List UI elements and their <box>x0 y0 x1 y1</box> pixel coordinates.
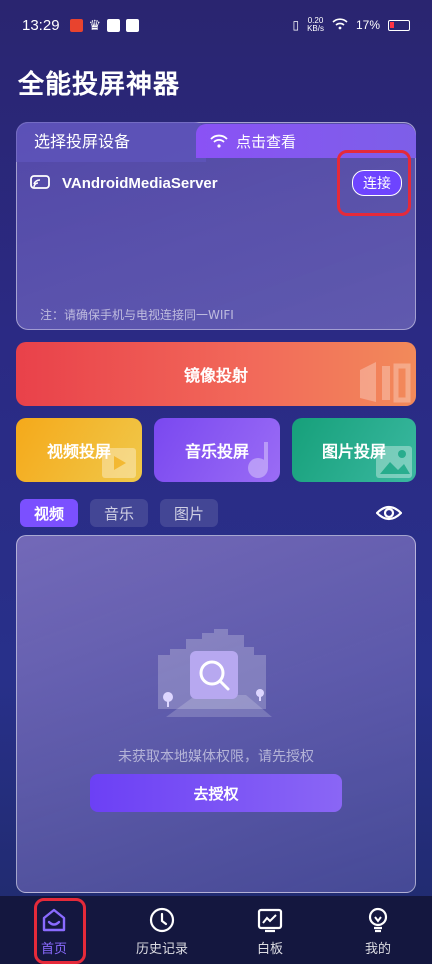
tab-view-label: 点击查看 <box>236 132 297 151</box>
nav-whiteboard[interactable]: 白板 <box>216 896 324 964</box>
empty-search-illustration <box>158 629 272 717</box>
mirror-icon <box>360 362 411 403</box>
mirror-cast-button[interactable]: 镜像投射 <box>16 342 416 406</box>
nav-profile[interactable]: 我的 <box>324 896 432 964</box>
nav-history[interactable]: 历史记录 <box>108 896 216 964</box>
eye-icon[interactable] <box>376 502 402 524</box>
wifi-icon <box>210 134 228 148</box>
status-bar: 13:29 ♛ ▯ 0.20 KB/s 17% <box>0 0 432 50</box>
highlight-home <box>34 898 86 964</box>
authorize-button[interactable]: 去授权 <box>90 774 342 812</box>
message-icon <box>107 18 121 32</box>
mirror-cast-label: 镜像投射 <box>183 366 248 385</box>
video-cast-label: 视频投屏 <box>46 442 111 461</box>
network-speed: 0.20 KB/s <box>307 17 324 33</box>
music-cast-button[interactable]: 音乐投屏 <box>154 418 280 482</box>
empty-state-message: 未获取本地媒体权限，请先授权 <box>118 749 314 765</box>
highlight-connect <box>337 150 411 216</box>
nav-history-label: 历史记录 <box>135 942 188 957</box>
tab-video[interactable]: 视频 <box>20 499 79 527</box>
nav-profile-label: 我的 <box>364 942 391 957</box>
battery-icon <box>388 19 410 31</box>
clock-icon <box>149 907 175 933</box>
picture-cast-button[interactable]: 图片投屏 <box>292 418 416 482</box>
device-name: VAndroidMediaServer <box>62 174 218 192</box>
picture-cast-label: 图片投屏 <box>321 442 386 461</box>
app-v-icon <box>126 18 140 32</box>
wifi-note: 注：请确保手机与电视连接同一WIFI <box>40 308 234 322</box>
tab-picture[interactable]: 图片 <box>160 499 219 527</box>
vibrate-icon: ▯ <box>292 18 300 32</box>
video-cast-button[interactable]: 视频投屏 <box>16 418 142 482</box>
nav-whiteboard-label: 白板 <box>256 942 283 957</box>
music-cast-label: 音乐投屏 <box>184 442 249 461</box>
tab-music[interactable]: 音乐 <box>90 499 149 527</box>
network-speed-unit: KB/s <box>307 24 324 33</box>
crown-icon: ♛ <box>88 16 102 33</box>
notification-app-icon <box>69 18 83 32</box>
cast-device-icon <box>30 175 50 189</box>
wifi-icon <box>332 17 348 33</box>
status-time: 13:29 <box>22 16 60 34</box>
battery-percent: 17% <box>355 18 380 32</box>
app-title: 全能投屏神器 <box>18 70 181 100</box>
whiteboard-icon <box>257 908 283 933</box>
media-tabs: 视频 音乐 图片 <box>20 499 219 527</box>
tab-select-device[interactable]: 选择投屏设备 <box>16 122 206 162</box>
profile-icon <box>368 907 388 933</box>
